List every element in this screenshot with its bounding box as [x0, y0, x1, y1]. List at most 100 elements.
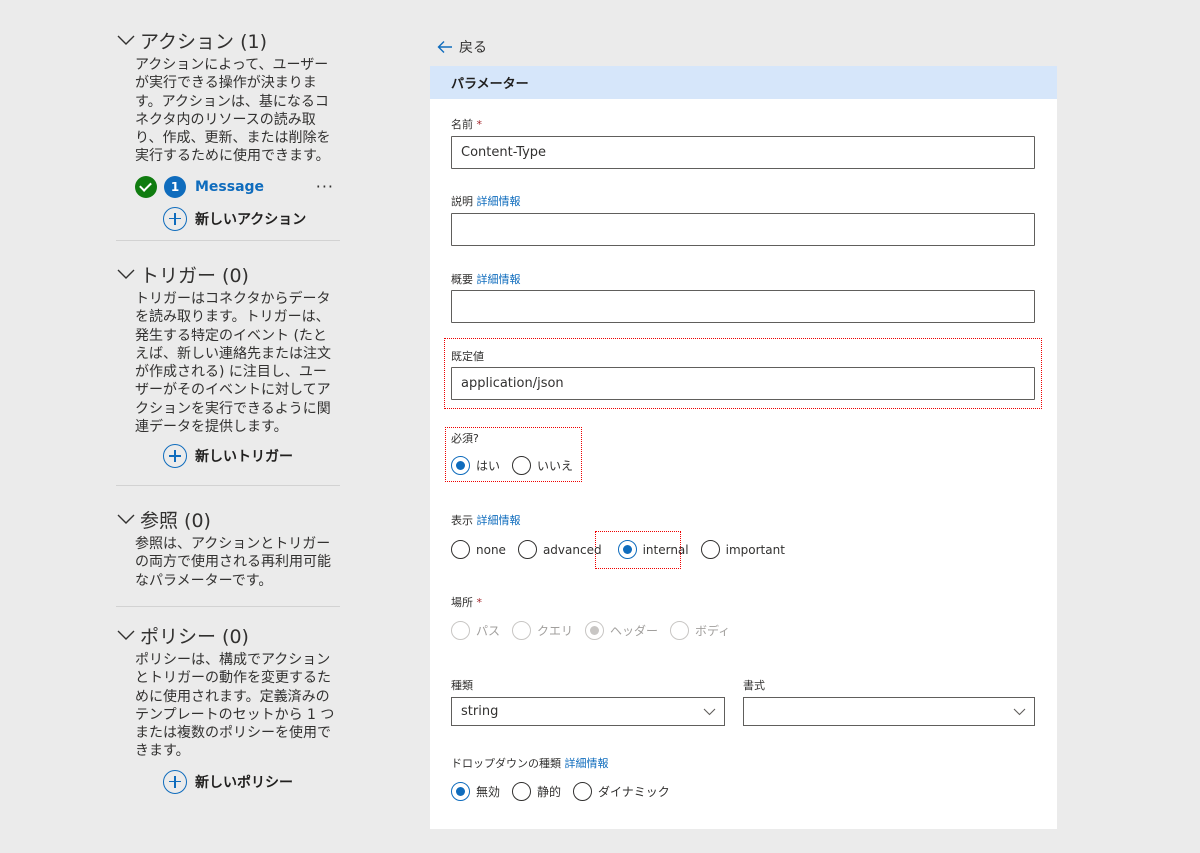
radio-selected-icon — [451, 782, 470, 801]
format-select[interactable] — [743, 697, 1035, 726]
chevron-down-icon — [703, 708, 716, 716]
dropdown-static-radio[interactable]: 静的 — [512, 782, 561, 801]
type-select[interactable]: string — [451, 697, 725, 726]
new-trigger-button[interactable]: 新しいトリガー — [116, 441, 340, 471]
section-title: トリガー (0) — [140, 264, 249, 287]
more-icon[interactable]: ··· — [316, 177, 334, 196]
chevron-down-icon — [117, 35, 135, 45]
radio-icon — [670, 621, 690, 640]
description-label: 説明 詳細情報 — [451, 193, 521, 209]
radio-label: パス — [476, 624, 501, 638]
policies-section: ポリシー (0) ポリシーは、構成でアクションとトリガーの動作を変更するために使… — [116, 607, 340, 797]
new-policy-button[interactable]: 新しいポリシー — [116, 767, 340, 797]
required-no-radio[interactable]: いいえ — [512, 456, 573, 475]
visibility-learn-more-link[interactable]: 詳細情報 — [477, 514, 521, 527]
radio-label: none — [476, 542, 506, 557]
parameter-card: パラメーター 名前 * Content-Type 説明 詳細情報 概要 詳細情報… — [430, 66, 1057, 829]
section-title: 参照 (0) — [140, 509, 211, 532]
chevron-down-icon — [117, 630, 135, 640]
card-header: パラメーター — [430, 66, 1057, 99]
policies-header[interactable]: ポリシー (0) — [116, 619, 340, 651]
references-header[interactable]: 参照 (0) — [116, 503, 340, 535]
required-mark: * — [476, 118, 483, 131]
radio-selected-icon — [585, 621, 605, 640]
location-header-radio[interactable]: ヘッダー — [585, 621, 658, 640]
dropdown-dynamic-radio[interactable]: ダイナミック — [573, 782, 670, 801]
visibility-label-text: 表示 — [451, 514, 473, 527]
visibility-label: 表示 詳細情報 — [451, 512, 521, 528]
radio-label: ヘッダー — [610, 624, 659, 638]
dropdown-type-radio-group: 無効 静的 ダイナミック — [451, 782, 682, 801]
section-title: アクション (1) — [140, 30, 268, 53]
radio-label: はい — [476, 459, 501, 473]
actions-header[interactable]: アクション (1) — [116, 24, 340, 56]
new-trigger-label: 新しいトリガー — [195, 449, 293, 466]
back-button[interactable]: 戻る — [437, 37, 487, 57]
visibility-important-radio[interactable]: important — [700, 540, 785, 559]
location-radio-group: パス クエリ ヘッダー ボディ — [451, 621, 742, 640]
radio-selected-icon — [451, 456, 470, 475]
location-body-radio[interactable]: ボディ — [670, 621, 730, 640]
radio-icon — [451, 621, 470, 640]
dropdown-learn-more-link[interactable]: 詳細情報 — [565, 757, 609, 770]
description-input[interactable] — [451, 213, 1035, 246]
location-query-radio[interactable]: クエリ — [512, 621, 573, 640]
section-title: ポリシー (0) — [140, 625, 249, 648]
required-radio-group: はい いいえ — [451, 456, 585, 475]
radio-label: ダイナミック — [598, 785, 670, 799]
type-label: 種類 — [451, 679, 473, 692]
visibility-none-radio[interactable]: none — [451, 540, 506, 559]
name-input[interactable]: Content-Type — [451, 136, 1035, 169]
radio-selected-icon — [617, 540, 637, 559]
dropdown-disabled-radio[interactable]: 無効 — [451, 782, 500, 801]
action-number-badge: 1 — [164, 175, 186, 198]
triggers-section: トリガー (0) トリガーはコネクタからデータを読み取ります。トリガーは、発生す… — [116, 241, 340, 485]
dropdown-type-label-text: ドロップダウンの種類 — [451, 757, 561, 770]
action-name[interactable]: Message — [195, 179, 316, 195]
radio-icon — [573, 782, 593, 801]
summary-learn-more-link[interactable]: 詳細情報 — [477, 273, 521, 286]
dropdown-type-label: ドロップダウンの種類 詳細情報 — [451, 755, 609, 771]
default-label: 既定値 — [451, 350, 484, 363]
left-panel: アクション (1) アクションによって、ユーザーが実行できる操作が決まります。ア… — [116, 24, 340, 797]
required-mark: * — [476, 596, 483, 609]
back-arrow-icon — [437, 41, 452, 53]
check-icon — [135, 175, 157, 198]
name-label-text: 名前 — [451, 118, 473, 131]
triggers-header[interactable]: トリガー (0) — [116, 258, 340, 290]
visibility-internal-radio[interactable]: internal — [617, 540, 689, 559]
section-description: 参照は、アクションとトリガーの両方で使用される再利用可能なパラメーターです。 — [135, 536, 331, 589]
description-learn-more-link[interactable]: 詳細情報 — [477, 195, 521, 208]
action-item[interactable]: 1 Message ··· — [116, 173, 340, 201]
summary-label-text: 概要 — [451, 273, 473, 286]
radio-label: クエリ — [537, 624, 574, 638]
radio-label: 無効 — [476, 785, 501, 799]
back-label: 戻る — [459, 40, 487, 56]
radio-label: 静的 — [537, 785, 562, 799]
chevron-down-icon — [1013, 708, 1026, 716]
plus-circle-icon — [163, 444, 187, 469]
references-section: 参照 (0) 参照は、アクションとトリガーの両方で使用される再利用可能なパラメー… — [116, 486, 340, 606]
section-description: ポリシーは、構成でアクションとトリガーの動作を変更するために使用されます。定義済… — [135, 652, 335, 760]
required-yes-radio[interactable]: はい — [451, 456, 500, 475]
visibility-advanced-radio[interactable]: advanced — [517, 540, 602, 559]
radio-label: advanced — [542, 542, 602, 557]
radio-icon — [512, 456, 532, 475]
radio-label: ボディ — [695, 624, 731, 638]
default-input[interactable]: application/json — [451, 367, 1035, 400]
location-path-radio[interactable]: パス — [451, 621, 500, 640]
plus-circle-icon — [163, 769, 187, 794]
new-action-label: 新しいアクション — [195, 211, 307, 228]
radio-label: いいえ — [537, 459, 574, 473]
required-label: 必須? — [451, 432, 479, 445]
new-action-button[interactable]: 新しいアクション — [116, 204, 340, 234]
section-description: トリガーはコネクタからデータを読み取ります。トリガーは、発生する特定のイベント … — [135, 291, 331, 436]
new-policy-label: 新しいポリシー — [195, 774, 293, 791]
name-label: 名前 * — [451, 116, 482, 132]
actions-section: アクション (1) アクションによって、ユーザーが実行できる操作が決まります。ア… — [116, 24, 340, 240]
summary-input[interactable] — [451, 290, 1035, 323]
radio-label: internal — [642, 542, 689, 557]
format-label: 書式 — [743, 679, 765, 692]
chevron-down-icon — [117, 514, 135, 524]
description-label-text: 説明 — [451, 195, 473, 208]
